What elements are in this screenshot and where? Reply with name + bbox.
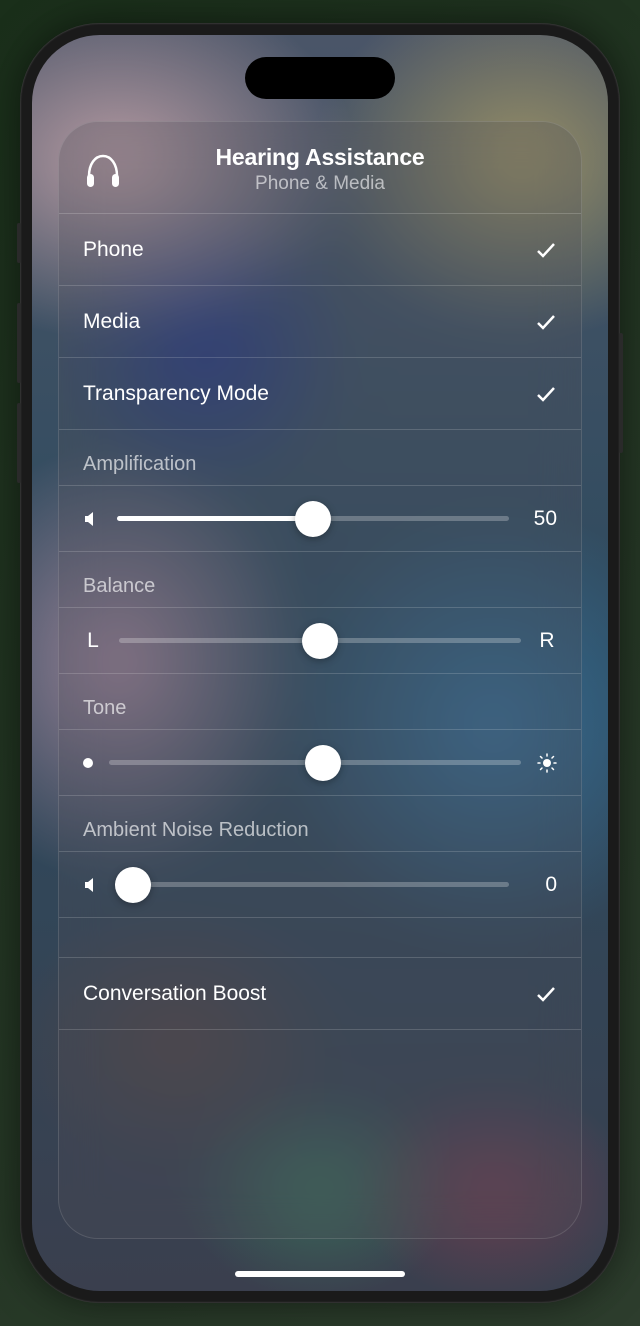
slider-thumb[interactable] <box>295 501 331 537</box>
phone-screen: Hearing Assistance Phone & Media Phone M… <box>32 35 608 1291</box>
tone-label: Tone <box>83 683 126 720</box>
amplification-slider[interactable] <box>117 516 509 521</box>
speaker-low-icon <box>83 876 101 894</box>
phone-frame: Hearing Assistance Phone & Media Phone M… <box>20 23 620 1303</box>
transparency-label: Transparency Mode <box>83 382 269 406</box>
transparency-mode-row[interactable]: Transparency Mode <box>59 358 581 430</box>
media-label: Media <box>83 310 140 334</box>
conversation-boost-row[interactable]: Conversation Boost <box>59 958 581 1030</box>
power-button[interactable] <box>619 333 623 453</box>
phone-label: Phone <box>83 238 144 262</box>
check-icon <box>535 383 557 405</box>
balance-section: Balance <box>59 552 581 608</box>
slider-thumb[interactable] <box>302 623 338 659</box>
tone-slider-row <box>59 730 581 796</box>
balance-label: Balance <box>83 561 155 598</box>
home-indicator[interactable] <box>235 1271 405 1277</box>
check-icon <box>535 311 557 333</box>
balance-slider-row: L R <box>59 608 581 674</box>
mute-switch[interactable] <box>17 223 21 263</box>
ambient-noise-slider[interactable] <box>117 882 509 887</box>
ambient-noise-section: Ambient Noise Reduction <box>59 796 581 852</box>
volume-up-button[interactable] <box>17 303 21 383</box>
speaker-low-icon <box>83 510 101 528</box>
balance-left-label: L <box>83 629 103 653</box>
panel-header: Hearing Assistance Phone & Media <box>59 122 581 214</box>
check-icon <box>535 983 557 1005</box>
panel-title: Hearing Assistance <box>83 144 557 171</box>
phone-row[interactable]: Phone <box>59 214 581 286</box>
tone-slider[interactable] <box>109 760 521 765</box>
slider-thumb[interactable] <box>115 867 151 903</box>
balance-slider[interactable] <box>119 638 521 643</box>
check-icon <box>535 239 557 261</box>
tone-bright-icon <box>537 753 557 773</box>
balance-right-label: R <box>537 629 557 653</box>
amplification-section: Amplification <box>59 430 581 486</box>
ambient-noise-value: 0 <box>525 873 557 897</box>
ambient-noise-slider-row: 0 <box>59 852 581 918</box>
media-row[interactable]: Media <box>59 286 581 358</box>
amplification-label: Amplification <box>83 439 196 476</box>
ambient-noise-label: Ambient Noise Reduction <box>83 805 309 842</box>
tone-section: Tone <box>59 674 581 730</box>
conversation-boost-label: Conversation Boost <box>83 982 266 1006</box>
volume-down-button[interactable] <box>17 403 21 483</box>
spacer <box>59 918 581 958</box>
amplification-value: 50 <box>525 507 557 531</box>
tone-dark-icon <box>83 758 93 768</box>
hearing-assistance-panel: Hearing Assistance Phone & Media Phone M… <box>58 121 582 1239</box>
dynamic-island <box>245 57 395 99</box>
panel-subtitle: Phone & Media <box>83 173 557 195</box>
slider-thumb[interactable] <box>305 745 341 781</box>
amplification-slider-row: 50 <box>59 486 581 552</box>
